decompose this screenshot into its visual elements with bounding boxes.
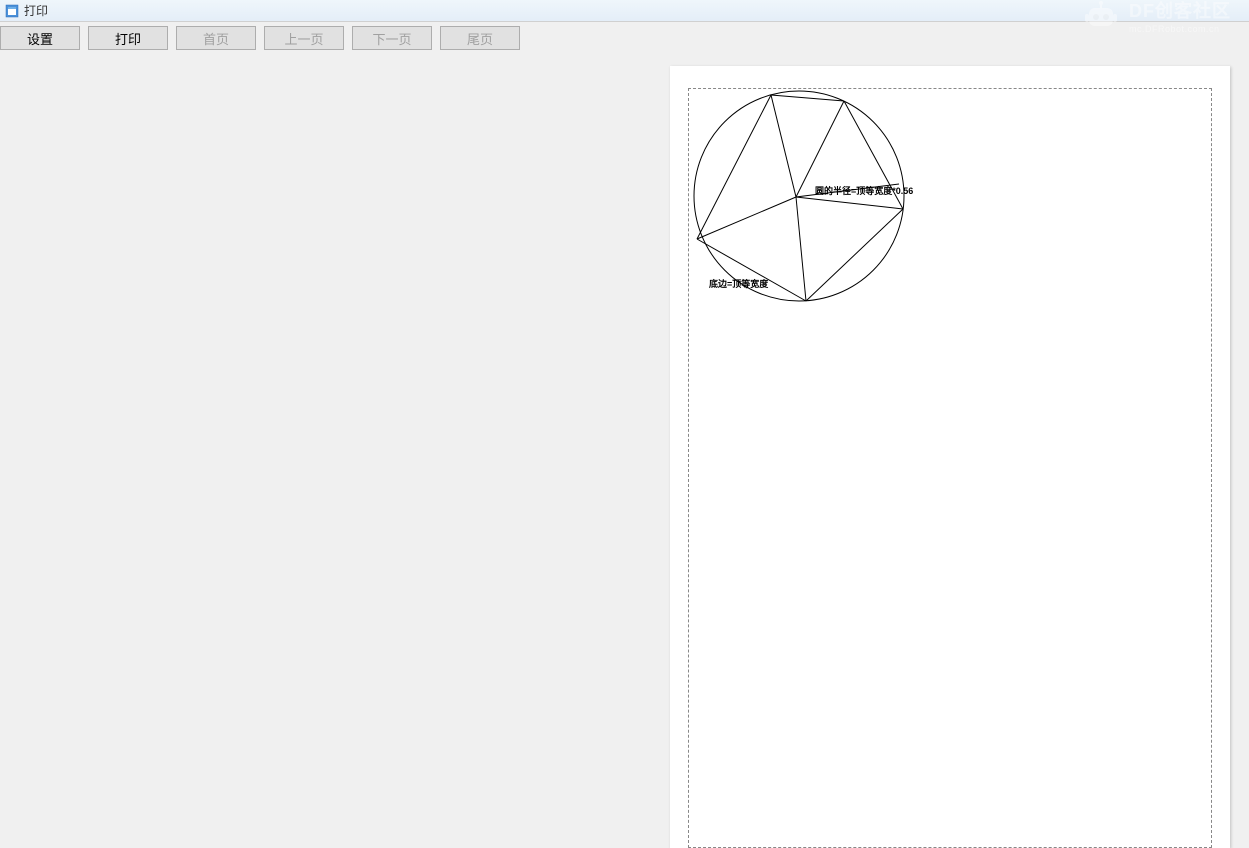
watermark-text: DF创客社区 mc.DFRobot.com.cn	[1129, 1, 1231, 35]
next-page-button[interactable]: 下一页	[352, 26, 432, 50]
side-annotation: 底边=顶等宽度	[709, 277, 768, 290]
watermark-title: DF创客社区	[1129, 1, 1231, 23]
watermark-subtitle: mc.DFRobot.com.cn	[1129, 24, 1231, 35]
robot-icon	[1083, 0, 1119, 36]
preview-content-margin: 圆的半径=顶等宽度*0.56 底边=顶等宽度	[688, 88, 1212, 848]
window-icon	[4, 3, 20, 19]
settings-button[interactable]: 设置	[0, 26, 80, 50]
first-page-button[interactable]: 首页	[176, 26, 256, 50]
watermark: DF创客社区 mc.DFRobot.com.cn	[1083, 0, 1231, 36]
preview-area: 圆的半径=顶等宽度*0.56 底边=顶等宽度	[0, 54, 1249, 847]
last-page-button[interactable]: 尾页	[440, 26, 520, 50]
window-title: 打印	[24, 2, 48, 19]
prev-page-button[interactable]: 上一页	[264, 26, 344, 50]
preview-page: 圆的半径=顶等宽度*0.56 底边=顶等宽度	[670, 66, 1230, 848]
geometry-drawing	[689, 89, 949, 349]
print-button[interactable]: 打印	[88, 26, 168, 50]
toolbar: 设置 打印 首页 上一页 下一页 尾页	[0, 22, 1249, 54]
titlebar: 打印	[0, 0, 1249, 22]
radius-annotation: 圆的半径=顶等宽度*0.56	[815, 184, 913, 197]
